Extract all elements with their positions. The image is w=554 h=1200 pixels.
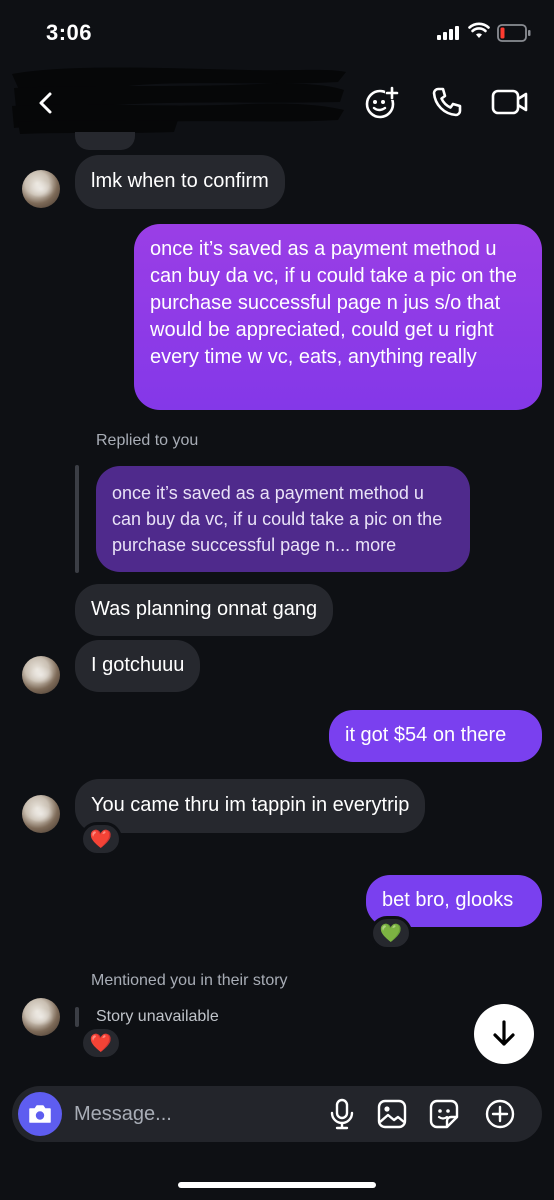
camera-icon (29, 1105, 51, 1123)
red-heart-icon: ❤️ (89, 828, 113, 849)
heart-reaction[interactable]: ❤️ (80, 822, 122, 856)
incoming-message[interactable]: lmk when to confirm (75, 155, 285, 209)
more-options-button[interactable] (482, 1096, 518, 1132)
message-input[interactable] (74, 1086, 314, 1142)
outgoing-message[interactable]: once it’s saved as a payment method u ca… (134, 224, 542, 410)
video-camera-icon (491, 89, 528, 115)
green-heart-icon: 💚 (379, 922, 403, 943)
sticker-button[interactable] (426, 1096, 462, 1132)
green-heart-reaction[interactable]: 💚 (370, 916, 412, 950)
story-indicator-line (75, 1007, 79, 1027)
battery-low-icon (497, 24, 531, 42)
status-time: 3:06 (46, 20, 93, 45)
avatar[interactable] (22, 170, 60, 208)
story-mention-label: Mentioned you in their story (91, 972, 288, 989)
quoted-reply-message[interactable]: once it’s saved as a payment method u ca… (96, 466, 470, 572)
incoming-message[interactable]: Was planning onnat gang (75, 584, 334, 636)
wifi-icon (468, 22, 490, 38)
back-chevron-icon[interactable] (30, 86, 60, 120)
heart-reaction[interactable]: ❤️ (80, 1026, 122, 1060)
reply-indicator-line (75, 465, 79, 573)
story-unavailable-text: Story unavailable (96, 1008, 219, 1025)
scroll-to-bottom-button[interactable] (474, 1004, 534, 1064)
microphone-icon (330, 1098, 354, 1130)
avatar[interactable] (22, 656, 60, 694)
sticker-icon (429, 1099, 459, 1129)
avatar[interactable] (22, 998, 60, 1036)
voice-message-button[interactable] (324, 1096, 360, 1132)
message-composer (12, 1086, 542, 1142)
reply-context-label: Replied to you (96, 432, 199, 449)
chat-header (0, 62, 554, 142)
outgoing-message[interactable]: it got $54 on there (329, 710, 542, 762)
gallery-button[interactable] (374, 1096, 410, 1132)
voice-call-button[interactable] (425, 80, 469, 124)
image-gallery-icon (377, 1099, 407, 1129)
phone-icon (432, 87, 462, 117)
arrow-down-icon (493, 1020, 515, 1046)
previous-message-fragment (75, 132, 135, 150)
plus-circle-icon (485, 1099, 515, 1129)
red-heart-icon: ❤️ (89, 1032, 113, 1053)
camera-button[interactable] (18, 1092, 62, 1136)
add-people-button[interactable] (360, 80, 404, 124)
incoming-message[interactable]: You came thru im tappin in everytrip (75, 779, 426, 833)
add-people-icon (365, 86, 399, 119)
status-bar: 3:06 (0, 0, 554, 62)
cellular-signal-icon (437, 26, 459, 40)
incoming-message[interactable]: I gotchuuu (75, 640, 201, 692)
home-indicator (178, 1182, 376, 1188)
avatar[interactable] (22, 795, 60, 833)
video-call-button[interactable] (488, 80, 532, 124)
